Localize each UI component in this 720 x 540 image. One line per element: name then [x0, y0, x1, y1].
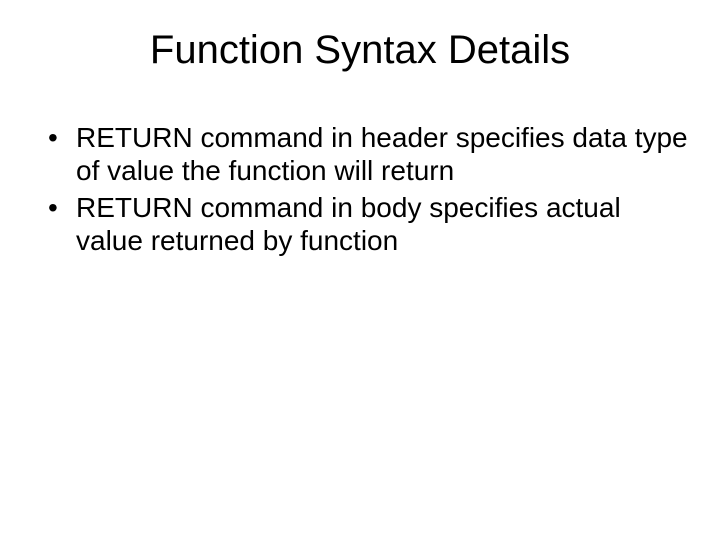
bullet-item: RETURN command in body specifies actual …	[48, 191, 690, 257]
slide-title: Function Syntax Details	[30, 28, 690, 73]
slide-container: Function Syntax Details RETURN command i…	[0, 0, 720, 540]
bullet-item: RETURN command in header specifies data …	[48, 121, 690, 187]
bullet-list: RETURN command in header specifies data …	[30, 121, 690, 257]
